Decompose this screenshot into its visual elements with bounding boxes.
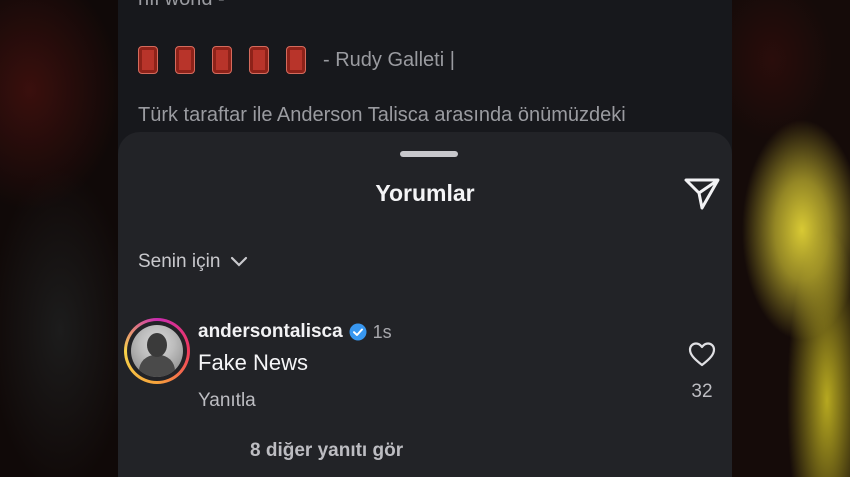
red-card-icon <box>249 46 269 74</box>
post-author-line: - Rudy Galleti | <box>138 46 455 74</box>
view-more-replies-button[interactable]: 8 diğer yanıtı gör <box>250 440 403 462</box>
comment-filter-dropdown[interactable]: Senin için <box>138 251 248 273</box>
avatar-image <box>131 325 183 377</box>
post-author: - Rudy Galleti | <box>323 48 455 71</box>
chevron-down-icon <box>231 256 248 267</box>
video-background-left <box>0 0 118 477</box>
video-background-right <box>732 0 850 477</box>
red-card-icon <box>212 46 232 74</box>
send-icon[interactable] <box>682 176 722 212</box>
red-card-icon <box>286 46 306 74</box>
like-count: 32 <box>691 381 713 402</box>
red-card-icon <box>138 46 158 74</box>
comment-text: Fake News <box>198 350 309 375</box>
phone-screen: nfl world - - Rudy Galleti | Türk taraft… <box>118 0 732 477</box>
red-card-icon <box>175 46 195 74</box>
comment-header: andersontalisca 1s <box>198 321 392 343</box>
reply-button[interactable]: Yanıtla <box>198 390 256 412</box>
drag-handle[interactable] <box>400 151 458 157</box>
post-caption: Türk taraftar ile Anderson Talisca arası… <box>138 104 626 126</box>
heart-icon[interactable] <box>688 341 716 367</box>
verified-badge-icon <box>349 323 367 341</box>
filter-label: Senin için <box>138 251 221 272</box>
sheet-title: Yorumlar <box>375 180 475 206</box>
comments-sheet: Yorumlar Senin için andersontalisca 1s F… <box>118 132 732 477</box>
avatar[interactable] <box>124 318 190 384</box>
comment-time: 1s <box>372 321 392 342</box>
post-text-cut: nfl world - <box>138 0 225 11</box>
comment-username[interactable]: andersontalisca <box>198 321 343 343</box>
